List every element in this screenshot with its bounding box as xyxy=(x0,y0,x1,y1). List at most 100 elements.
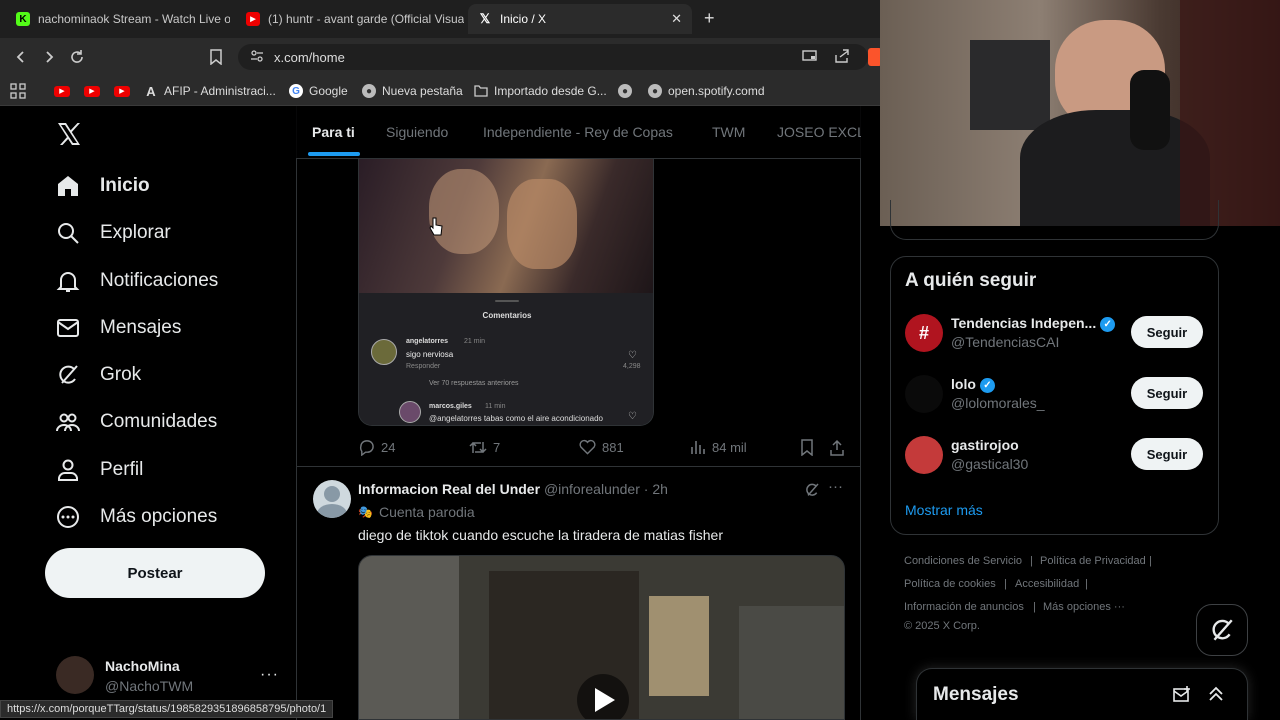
comment-time: 21 min xyxy=(464,338,486,345)
footer-link[interactable]: Más opciones ··· xyxy=(1043,601,1125,613)
show-more-link[interactable]: Mostrar más xyxy=(905,502,983,518)
bookmark-google[interactable]: G Google xyxy=(289,81,348,101)
repost-button[interactable]: 7 xyxy=(469,438,500,456)
like-button[interactable]: 881 xyxy=(579,438,624,456)
tab-independiente[interactable]: Independiente - Rey de Copas xyxy=(483,124,673,140)
drag-handle xyxy=(495,300,519,302)
cast-icon[interactable] xyxy=(802,49,818,66)
bookmark-folder[interactable]: Importado desde G... xyxy=(474,81,607,101)
post-text: diego de tiktok cuando escuche la tirade… xyxy=(358,527,723,543)
site-settings-icon[interactable] xyxy=(250,49,264,66)
who-to-follow-title: A quién seguir xyxy=(905,270,1037,291)
suggested-name[interactable]: gastirojoo xyxy=(951,437,1019,453)
post-media[interactable]: Comentarios angelatorres 21 min sigo ner… xyxy=(358,159,654,426)
avatar[interactable] xyxy=(905,375,943,413)
reload-icon[interactable] xyxy=(66,46,88,68)
comment-text: sigo nerviosa xyxy=(406,350,454,359)
afip-icon: A xyxy=(146,83,156,99)
avatar[interactable] xyxy=(313,480,351,518)
footer-link[interactable]: Política de cookies xyxy=(904,578,996,590)
views-button[interactable]: 84 mil xyxy=(690,438,747,456)
bookmark-icon[interactable] xyxy=(800,438,820,456)
url-field[interactable]: x.com/home xyxy=(238,44,868,70)
url-text: x.com/home xyxy=(274,49,345,65)
nav-more[interactable]: Más opciones xyxy=(56,499,217,535)
bookmark-youtube-3[interactable]: ▶ xyxy=(114,81,130,101)
bookmark-label: Nueva pestaña xyxy=(382,84,463,98)
bookmark-afip[interactable]: A AFIP - Administraci... xyxy=(144,81,276,101)
suggested-name[interactable]: lolo ✓ xyxy=(951,376,995,393)
tab-para-ti[interactable]: Para ti xyxy=(312,124,355,140)
close-tab-icon[interactable]: ✕ xyxy=(671,11,682,27)
post-button[interactable]: Postear xyxy=(45,548,265,598)
share-icon[interactable] xyxy=(829,438,851,456)
follow-button[interactable]: Seguir xyxy=(1131,438,1203,470)
new-tab-icon[interactable]: + xyxy=(704,8,715,29)
footer-link[interactable]: Condiciones de Servicio xyxy=(904,555,1022,567)
x-logo-icon[interactable] xyxy=(56,121,82,152)
follow-button[interactable]: Seguir xyxy=(1131,316,1203,348)
share-icon[interactable] xyxy=(834,49,850,66)
tab-joseo[interactable]: JOSEO EXCL xyxy=(777,124,861,140)
messages-drawer[interactable]: Mensajes xyxy=(916,668,1248,720)
apps-grid-icon[interactable] xyxy=(10,81,26,101)
nav-home[interactable]: Inicio xyxy=(56,168,150,204)
reply-button[interactable]: 24 xyxy=(358,438,395,456)
footer-link[interactable]: Accesibilidad xyxy=(1015,578,1079,590)
tab-x[interactable]: 𝕏 Inicio / X ✕ xyxy=(468,4,692,34)
nav-notifications[interactable]: Notificaciones xyxy=(56,263,218,299)
nav-communities[interactable]: Comunidades xyxy=(56,404,217,440)
footer-link[interactable]: Información de anuncios xyxy=(904,601,1024,613)
nav-profile[interactable]: Perfil xyxy=(56,452,143,488)
nav-messages[interactable]: Mensajes xyxy=(56,310,181,346)
tab-title: (1) huntr - avant garde (Official Visua xyxy=(268,12,464,26)
grok-float-button[interactable] xyxy=(1196,604,1248,656)
who-to-follow-card: A quién seguir # Tendencias Indepen... ✓ … xyxy=(890,256,1219,535)
more-circle-icon xyxy=(56,505,80,529)
avatar[interactable] xyxy=(56,656,94,694)
nav-grok[interactable]: Grok xyxy=(56,357,141,393)
suggested-handle: @TendenciasCAI xyxy=(951,334,1060,350)
suggested-name[interactable]: Tendencias Indepen... ✓ xyxy=(951,315,1116,332)
home-icon xyxy=(56,174,80,198)
bookmark-globe[interactable]: ● xyxy=(618,81,638,101)
tab-kick[interactable]: K nachominaok Stream - Watch Live on xyxy=(6,4,230,34)
nav-label: Mensajes xyxy=(100,317,182,338)
footer-separator: | xyxy=(1149,555,1152,567)
post-author[interactable]: Informacion Real del Under xyxy=(358,481,540,497)
grok-icon[interactable] xyxy=(804,482,820,503)
play-icon[interactable] xyxy=(577,674,629,719)
follow-button[interactable]: Seguir xyxy=(1131,377,1203,409)
nav-explore[interactable]: Explorar xyxy=(56,215,171,251)
tab-twm[interactable]: TWM xyxy=(712,124,745,140)
suggested-name-text: lolo xyxy=(951,376,976,392)
chevron-up-icon[interactable] xyxy=(1207,685,1225,708)
timeline-tabs: Para ti Siguiendo Independiente - Rey de… xyxy=(296,106,861,159)
suggested-name-text: Tendencias Indepen... xyxy=(951,315,1097,331)
avatar[interactable] xyxy=(905,436,943,474)
post-video[interactable] xyxy=(358,555,845,720)
account-menu-icon[interactable]: ··· xyxy=(260,666,279,684)
bell-icon xyxy=(56,269,80,293)
bookmark-youtube-1[interactable]: ▶ xyxy=(54,81,70,101)
tab-youtube[interactable]: ▶ (1) huntr - avant garde (Official Visu… xyxy=(236,4,464,34)
bookmark-new-tab[interactable]: ● Nueva pestaña xyxy=(362,81,463,101)
post-handle[interactable]: @inforealunder xyxy=(544,481,640,497)
post-more-icon[interactable]: ··· xyxy=(828,478,843,495)
avatar[interactable]: # xyxy=(905,314,943,352)
video-frame xyxy=(649,596,709,696)
comment-user: marcos.giles xyxy=(429,403,472,410)
video-frame xyxy=(359,556,459,719)
back-icon[interactable] xyxy=(10,46,32,68)
new-message-icon[interactable] xyxy=(1173,686,1191,709)
forward-icon[interactable] xyxy=(38,46,60,68)
footer-link[interactable]: Política de Privacidad xyxy=(1040,555,1146,567)
bookmark-spotify[interactable]: ● open.spotify.comd xyxy=(648,81,765,101)
bookmark-label: AFIP - Administraci... xyxy=(164,84,276,98)
bookmark-youtube-2[interactable]: ▶ xyxy=(84,81,100,101)
kick-icon: K xyxy=(16,12,30,26)
post-time[interactable]: · 2h xyxy=(644,481,668,497)
search-icon xyxy=(56,221,80,245)
tab-siguiendo[interactable]: Siguiendo xyxy=(386,124,448,140)
bookmark-page-icon[interactable] xyxy=(205,46,227,68)
